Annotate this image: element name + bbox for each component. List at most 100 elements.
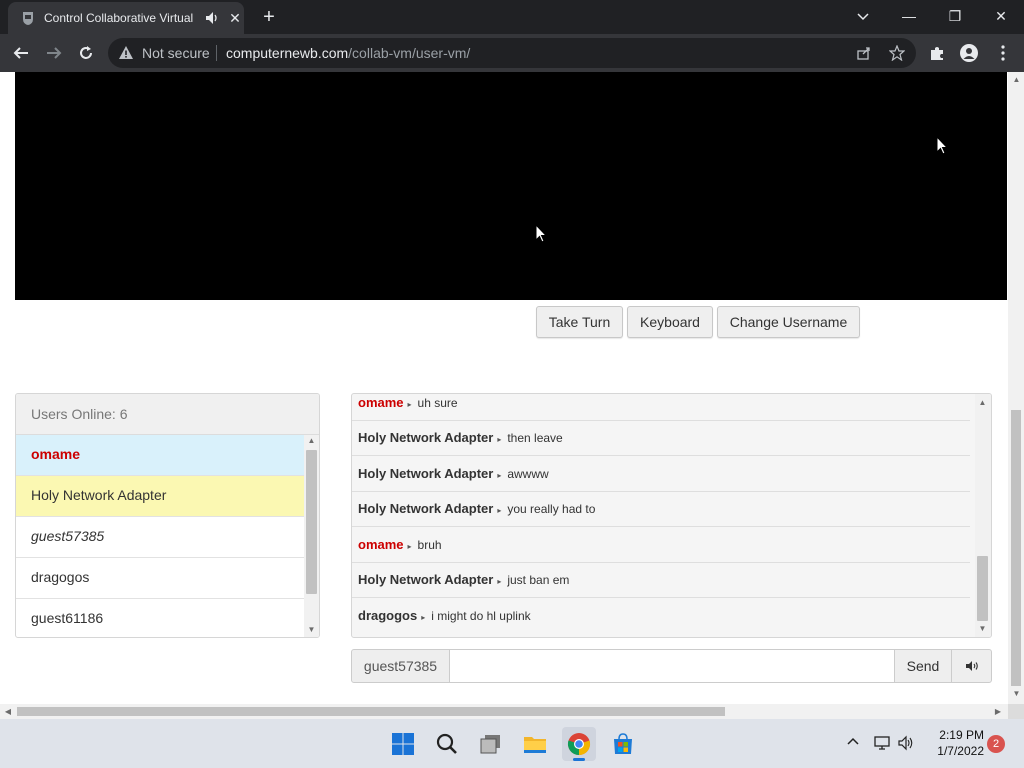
chat-text: i might do hl uplink	[431, 609, 531, 623]
task-view-icon[interactable]	[474, 727, 508, 761]
user-list-item[interactable]: guest61186	[16, 599, 304, 637]
minimize-window-icon[interactable]: —	[886, 0, 932, 34]
chat-text: then leave	[507, 431, 563, 445]
reload-icon[interactable]	[75, 42, 97, 64]
clock-time: 2:19 PM	[939, 728, 984, 742]
restore-window-icon[interactable]: ❐	[932, 0, 978, 34]
extensions-icon[interactable]	[926, 42, 948, 64]
chat-message: Holy Network Adapter ▸ just ban em	[352, 563, 970, 598]
current-username-label: guest57385	[351, 649, 450, 683]
chat-scrollbar[interactable]: ▲ ▼	[975, 394, 991, 637]
chat-username: dragogos	[358, 608, 418, 623]
chat-message: Holy Network Adapter ▸ awwww	[352, 457, 970, 492]
vm-cursor-icon	[936, 136, 948, 155]
chat-text: uh sure	[417, 396, 458, 410]
chat-username: Holy Network Adapter	[358, 430, 494, 445]
chat-username: omame	[358, 395, 404, 410]
back-icon[interactable]	[10, 42, 32, 64]
tab-search-icon[interactable]	[840, 0, 886, 34]
take-turn-button[interactable]: Take Turn	[536, 306, 623, 338]
audio-playing-icon[interactable]	[204, 9, 220, 27]
browser-toolbar: Not secure computernewb.com/collab-vm/us…	[0, 34, 1024, 72]
volume-tray-icon[interactable]	[897, 734, 915, 752]
scroll-down-arrow-icon[interactable]: ▼	[1009, 688, 1024, 700]
tab-title: Control Collaborative Virtual	[44, 11, 194, 25]
clock-date: 1/7/2022	[937, 744, 984, 758]
scroll-left-arrow-icon[interactable]: ◀	[2, 704, 14, 719]
user-list-item[interactable]: Holy Network Adapter	[16, 476, 304, 517]
chat-text: awwww	[507, 467, 549, 481]
arrow-right-icon: ▸	[407, 542, 412, 551]
volume-icon[interactable]	[951, 649, 992, 683]
chrome-app-icon[interactable]	[562, 727, 596, 761]
chat-message: omame ▸ bruh	[352, 528, 970, 563]
change-username-button[interactable]: Change Username	[717, 306, 860, 338]
file-explorer-icon[interactable]	[518, 727, 552, 761]
vm-display[interactable]	[15, 72, 1007, 300]
scroll-up-arrow-icon[interactable]: ▲	[304, 435, 319, 447]
scroll-up-arrow-icon[interactable]: ▲	[975, 397, 990, 409]
chat-username: Holy Network Adapter	[358, 501, 494, 516]
start-menu-icon[interactable]	[386, 727, 420, 761]
url-text[interactable]: computernewb.com/collab-vm/user-vm/	[226, 45, 470, 61]
microsoft-store-icon[interactable]	[606, 727, 640, 761]
page-scrollbar-thumb[interactable]	[1011, 410, 1021, 686]
menu-more-icon[interactable]	[992, 42, 1014, 64]
profile-avatar-icon[interactable]	[958, 42, 980, 64]
user-list-item[interactable]: omame	[16, 435, 304, 476]
chat-message: Holy Network Adapter ▸ you really had to	[352, 492, 970, 527]
arrow-right-icon: ▸	[407, 400, 412, 409]
chat-text: bruh	[417, 538, 442, 552]
notification-count-badge[interactable]: 2	[987, 735, 1005, 753]
close-tab-icon[interactable]: ✕	[226, 9, 244, 27]
url-host: computernewb.com	[226, 45, 349, 61]
users-online-panel: Users Online: 6 omame Holy Network Adapt…	[15, 393, 320, 638]
bookmark-star-icon[interactable]	[888, 44, 906, 62]
users-online-header: Users Online: 6	[16, 394, 319, 435]
search-icon[interactable]	[430, 727, 464, 761]
page-horizontal-scrollbar[interactable]: ◀ ▶	[0, 704, 1008, 719]
scrollbar-thumb[interactable]	[306, 450, 317, 594]
address-bar[interactable]: Not secure computernewb.com/collab-vm/us…	[108, 38, 916, 68]
network-icon[interactable]	[873, 734, 891, 752]
share-icon[interactable]	[856, 45, 872, 61]
show-hidden-icons-chevron-up-icon[interactable]	[844, 733, 862, 751]
not-secure-label[interactable]: Not secure	[142, 45, 210, 61]
page-vertical-scrollbar[interactable]: ▲ ▼	[1008, 72, 1024, 704]
browser-tab-strip: Control Collaborative Virtual ✕ + — ❐ ✕	[0, 0, 1024, 34]
chat-text: you really had to	[507, 502, 596, 516]
page-hscroll-thumb[interactable]	[17, 707, 725, 716]
arrow-right-icon: ▸	[497, 577, 502, 586]
chat-text: just ban em	[507, 573, 570, 587]
scroll-down-arrow-icon[interactable]: ▼	[975, 623, 990, 635]
close-window-icon[interactable]: ✕	[978, 0, 1024, 34]
browser-tab[interactable]: Control Collaborative Virtual ✕	[8, 2, 244, 34]
scrollbar-corner	[1008, 704, 1024, 719]
warning-icon[interactable]	[118, 45, 134, 61]
mouse-pointer-icon	[535, 224, 547, 243]
forward-icon[interactable]	[43, 42, 65, 64]
arrow-right-icon: ▸	[497, 471, 502, 480]
new-tab-icon[interactable]: +	[258, 6, 280, 28]
scroll-up-arrow-icon[interactable]: ▲	[1009, 74, 1024, 86]
arrow-right-icon: ▸	[497, 435, 502, 444]
chat-input-group: guest57385 Send	[351, 649, 992, 683]
chat-username: Holy Network Adapter	[358, 466, 494, 481]
chat-message: omame ▸ uh sure	[352, 394, 970, 421]
keyboard-button[interactable]: Keyboard	[627, 306, 713, 338]
chat-message-input[interactable]	[449, 649, 895, 683]
scroll-right-arrow-icon[interactable]: ▶	[992, 704, 1004, 719]
user-list-item[interactable]: guest57385	[16, 517, 304, 558]
system-clock[interactable]: 2:19 PM 1/7/2022	[920, 727, 984, 759]
chat-message: dragogos ▸ i might do hl uplink	[352, 599, 970, 634]
send-button[interactable]: Send	[894, 649, 952, 683]
address-separator	[216, 45, 217, 61]
chat-username: omame	[358, 537, 404, 552]
collabvm-favicon-icon	[23, 12, 33, 25]
chat-username: Holy Network Adapter	[358, 572, 494, 587]
scrollbar-thumb[interactable]	[977, 556, 988, 621]
url-path: /collab-vm/user-vm/	[348, 45, 471, 61]
scroll-down-arrow-icon[interactable]: ▼	[304, 624, 319, 636]
user-list-item[interactable]: dragogos	[16, 558, 304, 599]
user-list-scrollbar[interactable]: ▲ ▼	[304, 435, 319, 637]
